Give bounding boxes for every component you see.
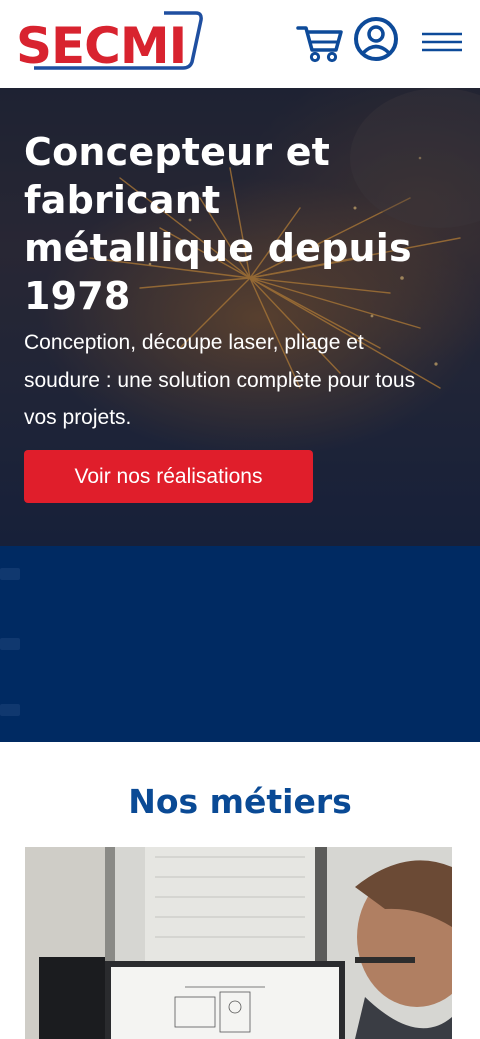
- navy-band: [0, 546, 480, 742]
- metiers-section-title: Nos métiers: [128, 782, 352, 821]
- hero-subtitle: Conception, découpe laser, pliage et sou…: [24, 331, 416, 429]
- faded-placeholder: [0, 568, 20, 580]
- logo-wordmark: SECMI: [16, 17, 186, 72]
- office-engineer-photo: [25, 847, 452, 1039]
- secmi-logo[interactable]: SECMI: [14, 10, 206, 75]
- hero-title: Concepteur et fabricant métallique depui…: [24, 130, 412, 318]
- faded-placeholder: [0, 638, 20, 650]
- menu-button[interactable]: [418, 26, 466, 60]
- faded-placeholder: [0, 704, 20, 716]
- user-account-icon: [351, 17, 401, 66]
- view-realisations-button[interactable]: Voir nos réalisations: [24, 450, 313, 503]
- hero-section: Concepteur et fabricant métallique depui…: [0, 88, 480, 546]
- hamburger-menu-icon: [418, 32, 466, 64]
- cart-button[interactable]: [296, 22, 344, 64]
- shopping-cart-icon: [296, 26, 344, 68]
- account-button[interactable]: [351, 16, 401, 62]
- metier-card-image[interactable]: [25, 847, 452, 1039]
- site-header: SECMI: [0, 0, 480, 88]
